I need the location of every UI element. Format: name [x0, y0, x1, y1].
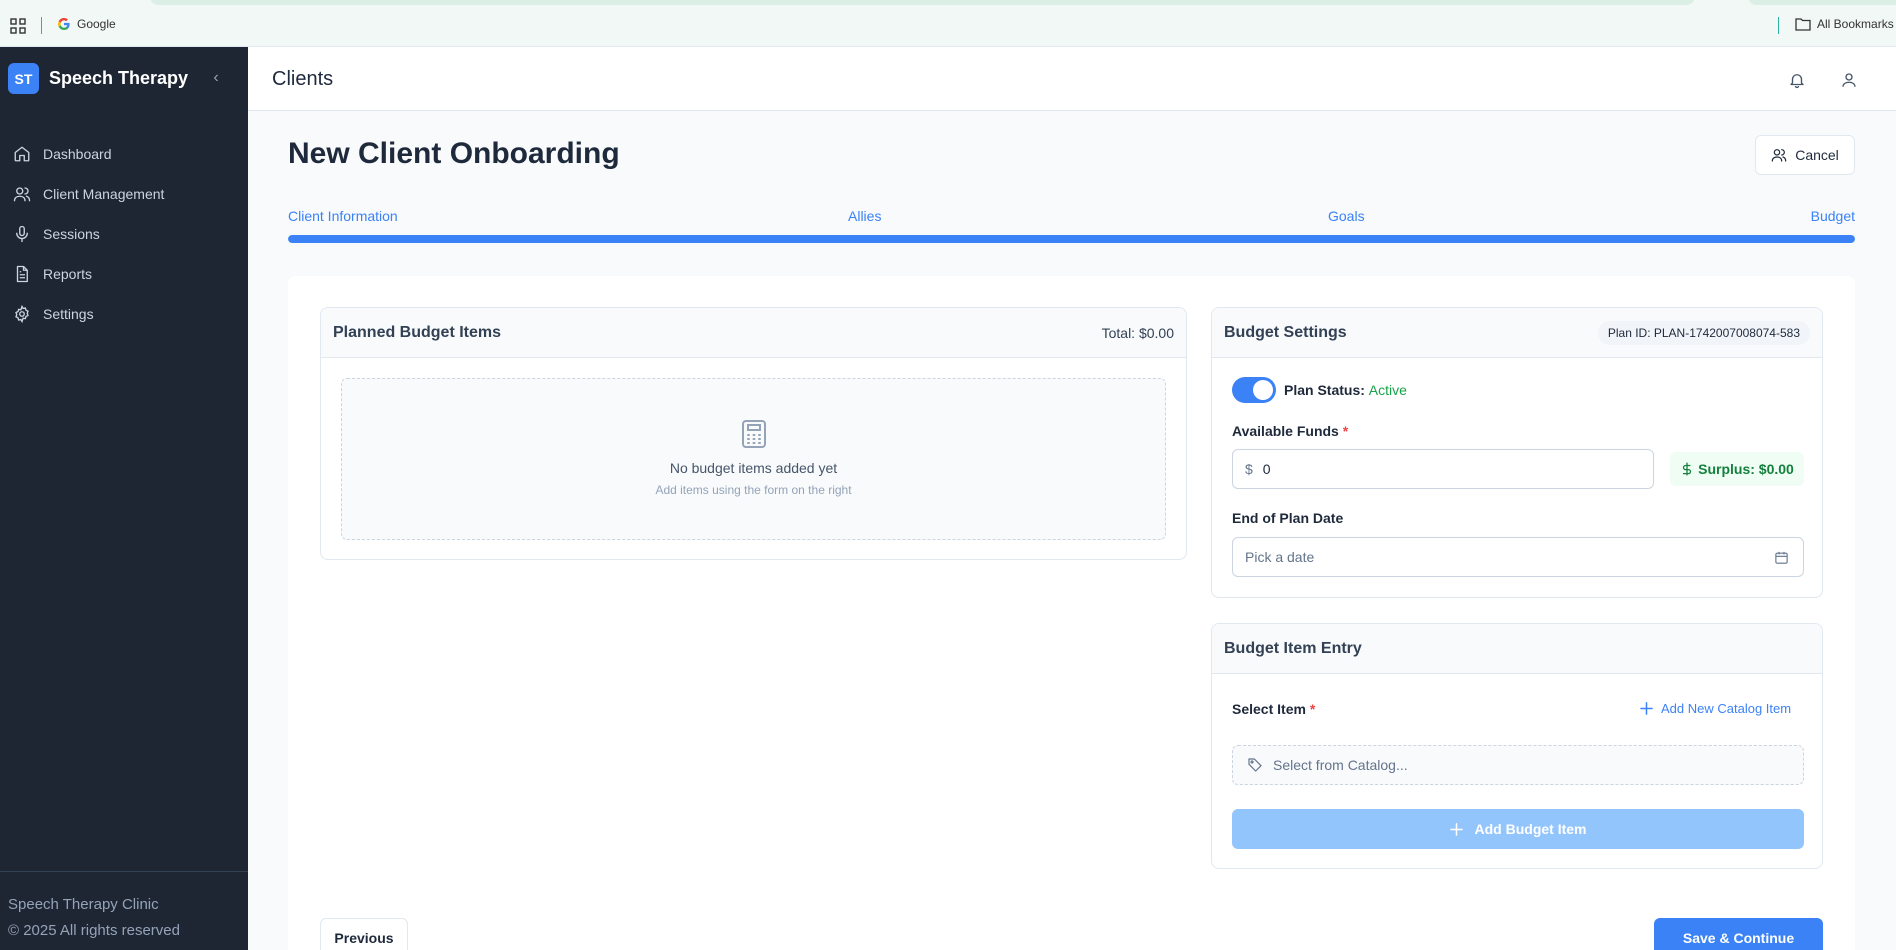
panel-header: Planned Budget Items Total: $0.00 — [321, 308, 1186, 358]
required-mark: * — [1309, 701, 1316, 717]
catalog-placeholder: Select from Catalog... — [1273, 757, 1408, 773]
plus-icon — [1640, 702, 1653, 715]
add-budget-label: Add Budget Item — [1474, 821, 1587, 837]
brand-name: Speech Therapy — [49, 68, 189, 88]
sidebar-item-client-management[interactable]: Client Management — [0, 174, 248, 214]
clinic-name: Speech Therapy Clinic — [8, 896, 159, 913]
select-item-label: Select Item * — [1232, 701, 1315, 717]
page-section-title: Clients — [272, 68, 334, 90]
calendar-icon — [1775, 551, 1788, 564]
panel-title: Budget Settings — [1224, 323, 1347, 341]
microphone-icon — [16, 225, 28, 243]
bell-icon[interactable] — [1788, 71, 1806, 89]
brand-logo: ST — [8, 63, 39, 94]
all-bookmarks[interactable]: All Bookmarks — [1795, 17, 1894, 31]
budget-total: Total: $0.00 — [1101, 324, 1174, 341]
google-icon — [58, 18, 70, 30]
step-goals[interactable]: Goals — [1328, 208, 1365, 224]
sidebar-item-label: Sessions — [43, 226, 100, 242]
date-placeholder: Pick a date — [1245, 549, 1315, 565]
chevron-left-icon[interactable]: ‹ — [208, 70, 224, 86]
plan-status-toggle[interactable] — [1232, 377, 1276, 403]
progress-fill — [288, 235, 1855, 243]
panel-title: Budget Item Entry — [1224, 639, 1362, 657]
field-label-text: Select Item — [1232, 701, 1306, 717]
sidebar-footer: Speech Therapy Clinic © 2025 All rights … — [0, 871, 248, 950]
folder-icon — [1795, 18, 1811, 31]
sidebar-item-label: Settings — [43, 306, 94, 322]
field-label-text: Available Funds — [1232, 423, 1339, 439]
planned-budget-panel: Planned Budget Items Total: $0.00 No bud… — [320, 307, 1187, 560]
budget-settings-panel: Budget Settings Plan ID: PLAN-1742007008… — [1211, 307, 1823, 598]
apps-grid-icon[interactable] — [10, 18, 26, 34]
step-client-information[interactable]: Client Information — [288, 208, 398, 224]
panel-title: Planned Budget Items — [333, 323, 502, 341]
cancel-button[interactable]: Cancel — [1755, 135, 1855, 175]
step-allies[interactable]: Allies — [848, 208, 881, 224]
tag-icon — [1248, 758, 1262, 772]
sidebar-item-dashboard[interactable]: Dashboard — [0, 134, 248, 174]
available-funds-value: 0 — [1262, 461, 1271, 477]
plan-status: Plan Status: Active — [1284, 382, 1407, 398]
onboarding-steps: Client Information Allies Goals Budget — [288, 208, 1855, 228]
bookmark-separator — [41, 17, 42, 34]
users-icon — [13, 187, 31, 202]
sidebar-item-label: Reports — [43, 266, 93, 282]
step-budget[interactable]: Budget — [1811, 208, 1855, 224]
tab-strip-edge-right — [1748, 0, 1896, 5]
previous-button[interactable]: Previous — [320, 918, 408, 950]
available-funds-label: Available Funds * — [1232, 423, 1348, 439]
users-icon — [1771, 149, 1787, 162]
bookmarks-bar: Google All Bookmarks — [0, 0, 1896, 47]
plus-icon — [1449, 822, 1463, 836]
tab-strip-edge — [150, 0, 1695, 5]
brand[interactable]: ST Speech Therapy — [8, 63, 188, 94]
all-bookmarks-label: All Bookmarks — [1817, 17, 1894, 31]
plan-status-label: Plan Status: — [1284, 382, 1365, 398]
plan-status-value: Active — [1368, 382, 1407, 398]
gear-icon — [15, 305, 29, 323]
bookmark-google-label: Google — [77, 17, 116, 31]
empty-title: No budget items added yet — [669, 460, 838, 476]
progress-bar — [288, 235, 1855, 243]
empty-state: No budget items added yet Add items usin… — [341, 378, 1166, 540]
add-catalog-item-button[interactable]: Add New Catalog Item — [1640, 701, 1791, 716]
catalog-select[interactable]: Select from Catalog... — [1232, 745, 1804, 785]
surplus-badge: Surplus: $0.00 — [1670, 452, 1804, 486]
page-title: New Client Onboarding — [288, 137, 620, 170]
end-date-label: End of Plan Date — [1232, 510, 1344, 526]
sidebar-nav: Dashboard Client Management Sessions Rep… — [0, 134, 248, 334]
budget-entry-panel: Budget Item Entry Select Item * Add New … — [1211, 623, 1823, 869]
add-catalog-label: Add New Catalog Item — [1661, 701, 1792, 716]
cancel-label: Cancel — [1795, 147, 1839, 163]
home-icon — [14, 146, 30, 162]
surplus-text: Surplus: $0.00 — [1698, 461, 1794, 477]
panel-header: Budget Settings Plan ID: PLAN-1742007008… — [1212, 308, 1822, 358]
currency-symbol: $ — [1245, 461, 1253, 477]
panel-header: Budget Item Entry — [1212, 624, 1822, 674]
copyright: © 2025 All rights reserved — [8, 922, 180, 939]
add-budget-item-button[interactable]: Add Budget Item — [1232, 809, 1804, 849]
user-icon[interactable] — [1840, 71, 1858, 89]
toggle-knob — [1253, 380, 1273, 400]
plan-id-badge: Plan ID: PLAN-1742007008074-583 — [1597, 320, 1810, 345]
sidebar-item-sessions[interactable]: Sessions — [0, 214, 248, 254]
calculator-icon — [741, 420, 766, 448]
dollar-icon — [1682, 462, 1692, 476]
bookmark-separator-right — [1778, 17, 1779, 34]
bookmark-google[interactable]: Google — [57, 17, 116, 31]
sidebar-item-label: Dashboard — [43, 146, 112, 162]
sidebar-item-settings[interactable]: Settings — [0, 294, 248, 334]
top-header: Clients — [248, 47, 1896, 111]
file-text-icon — [16, 265, 28, 283]
required-mark: * — [1342, 423, 1349, 439]
end-date-picker[interactable]: Pick a date — [1232, 537, 1804, 577]
sidebar: ST Speech Therapy ‹ Dashboard Client Man… — [0, 47, 248, 950]
save-continue-button[interactable]: Save & Continue — [1654, 918, 1823, 950]
available-funds-input[interactable]: $ 0 — [1232, 449, 1654, 489]
sidebar-item-label: Client Management — [43, 186, 165, 202]
empty-subtitle: Add items using the form on the right — [655, 483, 852, 497]
sidebar-item-reports[interactable]: Reports — [0, 254, 248, 294]
